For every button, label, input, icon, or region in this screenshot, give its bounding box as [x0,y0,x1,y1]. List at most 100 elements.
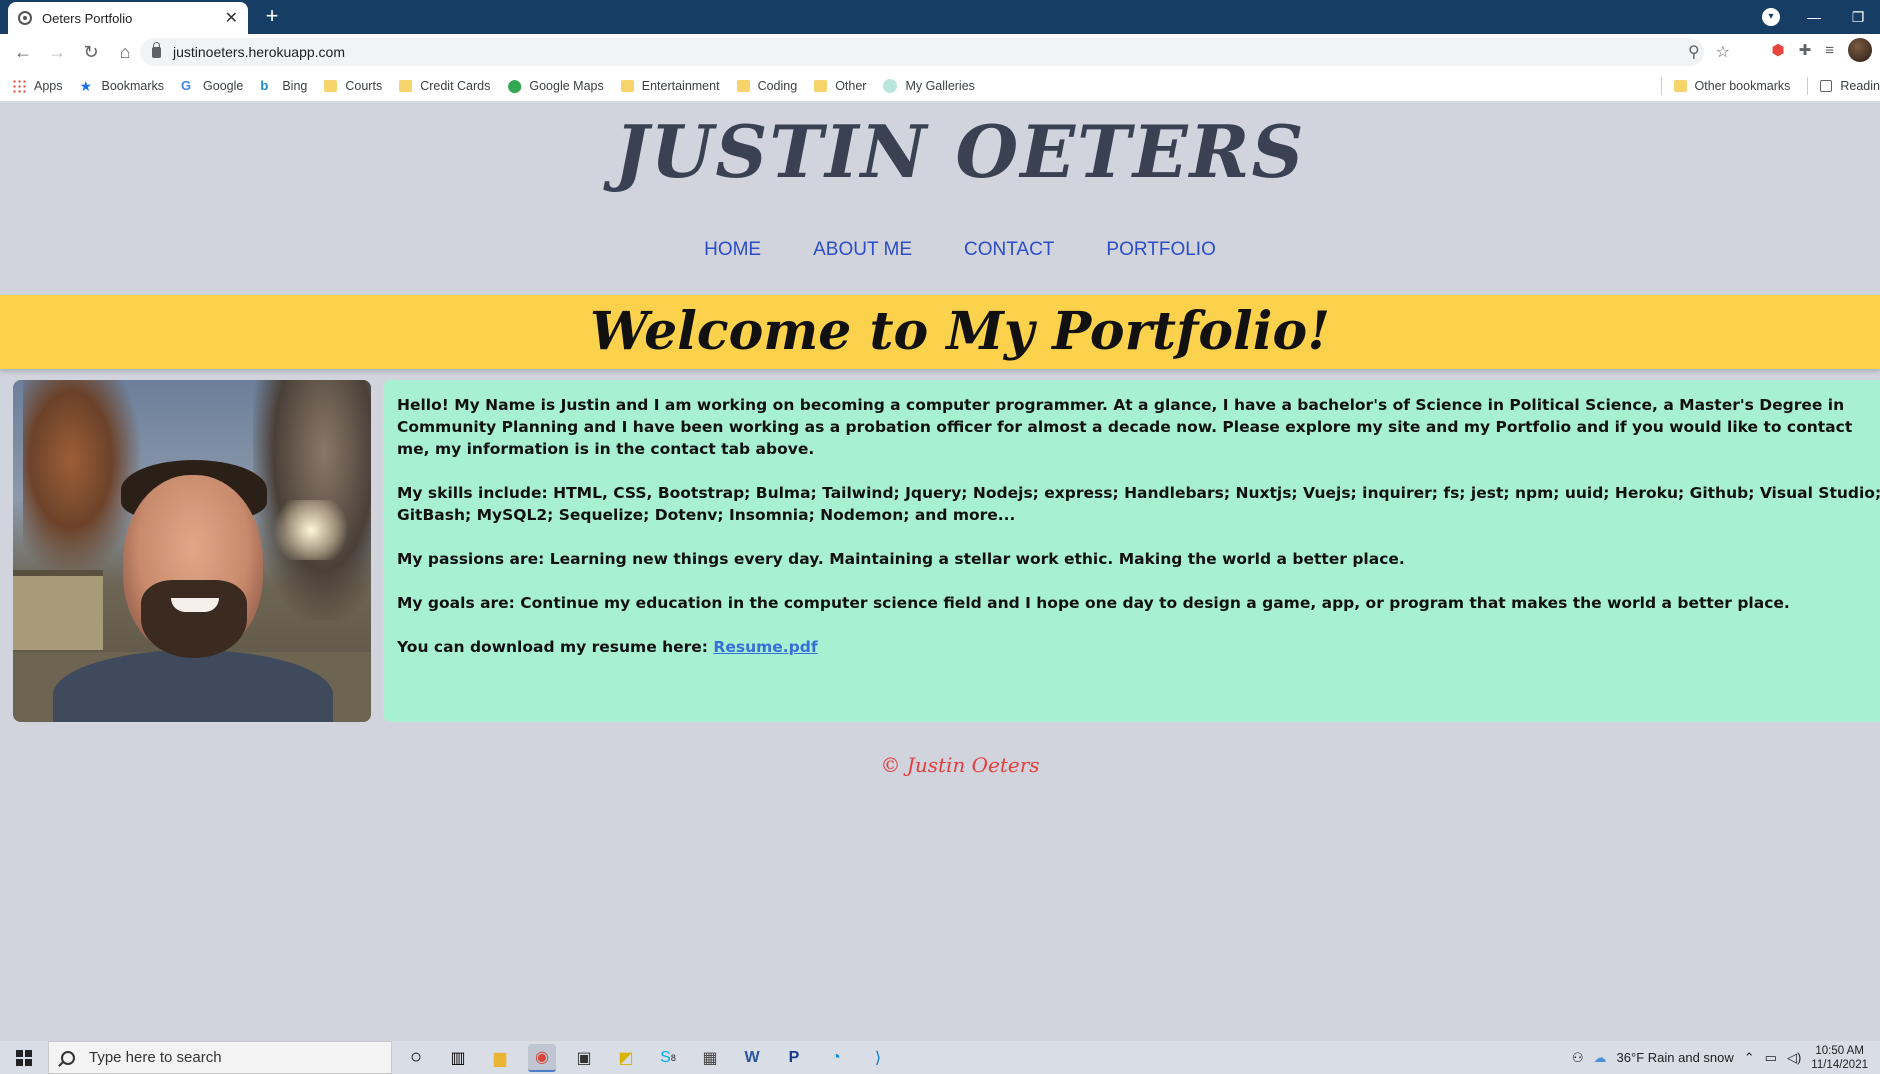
extension-badge-icon[interactable]: ⬢ [1772,41,1785,59]
folder-icon [324,79,338,92]
bookmark-label: Credit Cards [420,78,491,93]
nav-contact[interactable]: CONTACT [964,239,1054,261]
folder-icon [814,79,828,92]
bookmark-other[interactable]: Other [814,79,866,93]
browser-toolbar: ← → ↻ ⌂ justinoeters.herokuapp.com ⚲ ☆ ⬢… [0,34,1880,70]
start-button[interactable] [0,1041,48,1074]
bookmark-label: Google Maps [529,78,604,93]
about-info-box: Hello! My Name is Justin and I am workin… [383,380,1880,722]
folder-icon [620,79,634,92]
forward-arrow-icon[interactable]: → [40,42,74,63]
tab-title: Oeters Portfolio [42,10,133,26]
google-icon: G [181,77,192,93]
tab-close-icon[interactable]: ✕ [225,8,238,28]
file-explorer-icon[interactable]: ▆ [486,1044,514,1072]
bookmark-label: Google [203,78,244,93]
task-view-icon[interactable]: ▥ [444,1044,472,1072]
bookmark-label: Entertainment [641,78,720,93]
bookmark-label: Coding [757,78,798,93]
site-favicon-icon [18,11,32,25]
bookmarks-bar: Apps ★ Bookmarks G Google b Bing Courts … [0,70,1880,102]
browser-tab[interactable]: Oeters Portfolio ✕ [8,2,248,34]
edge-icon[interactable]: ◔ [822,1044,850,1072]
restore-icon[interactable]: ❐ [1836,9,1880,26]
skype-badge: 8 [670,1052,676,1063]
bing-icon: b [260,77,269,93]
address-bar[interactable]: justinoeters.herokuapp.com [140,38,1704,66]
folder-icon [399,79,413,92]
welcome-banner: Welcome to My Portfolio! [0,295,1880,369]
bookmark-bing[interactable]: b Bing [260,77,307,93]
nav-portfolio[interactable]: PORTFOLIO [1106,239,1215,261]
calculator-icon[interactable]: ▦ [696,1044,724,1072]
bookmark-label: Courts [345,78,383,93]
browser-tab-strip: Oeters Portfolio ✕ + ▾ — ❐ [0,0,1880,34]
tab-search-icon[interactable]: ▾ [1762,8,1780,26]
bookmark-label: Other [835,78,867,93]
bookmark-coding[interactable]: Coding [736,78,798,93]
site-nav: HOME ABOUT ME CONTACT PORTFOLIO [0,239,1880,261]
search-icon [61,1050,75,1065]
bookmark-label: Apps [34,78,63,93]
back-arrow-icon[interactable]: ← [6,42,40,63]
cortana-icon[interactable]: ○ [402,1044,430,1072]
reload-icon[interactable]: ↻ [74,42,108,63]
weather-text[interactable]: 36°F Rain and snow [1617,1050,1734,1065]
chrome-icon[interactable]: ◉ [528,1043,556,1072]
folder-icon [736,79,750,92]
bookmark-google-maps[interactable]: ⬤ Google Maps [507,77,604,93]
profile-photo [13,380,371,722]
bookmark-courts[interactable]: Courts [324,79,382,93]
maps-pin-icon: ⬤ [507,77,522,93]
bookmark-bookmarks[interactable]: ★ Bookmarks [80,79,165,93]
skills-paragraph: My skills include: HTML, CSS, Bootstrap;… [397,484,1880,524]
resume-link[interactable]: Resume.pdf [713,638,817,656]
nav-home[interactable]: HOME [704,239,761,261]
sticky-notes-icon[interactable]: ◩ [612,1044,640,1072]
resume-prefix: You can download my resume here: [397,638,714,656]
new-tab-button[interactable]: + [260,4,284,28]
nav-about-me[interactable]: ABOUT ME [813,239,912,261]
chevron-up-icon[interactable]: ⌃ [1744,1050,1755,1066]
clock-date: 11/14/2021 [1811,1058,1868,1071]
vscode-icon[interactable]: ⟩ [864,1044,892,1072]
windows-logo-icon [16,1049,32,1066]
people-icon[interactable]: ⚇ [1572,1050,1584,1066]
reading-list-icon[interactable]: ≡ [1825,42,1834,59]
lock-icon[interactable] [152,41,161,58]
bookmark-google[interactable]: G Google [181,77,244,93]
reading-list-icon [1820,80,1833,92]
bookmark-apps[interactable]: Apps [12,78,63,93]
goals-paragraph: My goals are: Continue my education in t… [397,594,1790,612]
skype-icon[interactable]: S8 [654,1044,682,1072]
passions-paragraph: My passions are: Learning new things eve… [397,550,1405,568]
window-controls: ▾ — ❐ [1762,0,1880,34]
extensions-puzzle-icon[interactable]: ✚ [1799,41,1812,59]
weather-icon[interactable]: ☁ [1594,1050,1607,1066]
bookmarks-divider [1660,77,1662,95]
volume-icon[interactable]: ◁) [1787,1050,1801,1066]
site-title: JUSTIN OETERS [614,109,1306,194]
bookmarks-bar-right: Other bookmarks Readin [1660,70,1880,102]
home-icon[interactable]: ⌂ [108,42,142,63]
reading-list-button[interactable]: Readin [1820,79,1880,93]
web-page: JUSTIN OETERS HOME ABOUT ME CONTACT PORT… [0,103,1880,1041]
publisher-icon[interactable]: P [780,1044,808,1072]
network-icon[interactable]: ▭ [1765,1050,1777,1066]
word-icon[interactable]: W [738,1044,766,1072]
galleries-icon [883,78,898,93]
url-text[interactable]: justinoeters.herokuapp.com [173,44,345,60]
other-bookmarks[interactable]: Other bookmarks [1673,79,1791,93]
taskbar-clock[interactable]: 10:50 AM 11/14/2021 [1811,1044,1868,1072]
minimize-icon[interactable]: — [1792,9,1836,25]
bookmark-entertainment[interactable]: Entertainment [620,78,720,93]
profile-avatar[interactable] [1848,38,1872,62]
bookmark-credit-cards[interactable]: Credit Cards [399,79,490,93]
intro-paragraph: Hello! My Name is Justin and I am workin… [397,396,1853,458]
taskbar-search[interactable]: Type here to search [48,1041,392,1074]
bookmark-star-icon[interactable]: ☆ [1716,42,1730,62]
bookmark-my-galleries[interactable]: My Galleries [883,78,975,93]
bookmark-label: Other bookmarks [1694,79,1791,93]
zoom-icon[interactable]: ⚲ [1688,42,1700,62]
store-icon[interactable]: ▣ [570,1044,598,1072]
